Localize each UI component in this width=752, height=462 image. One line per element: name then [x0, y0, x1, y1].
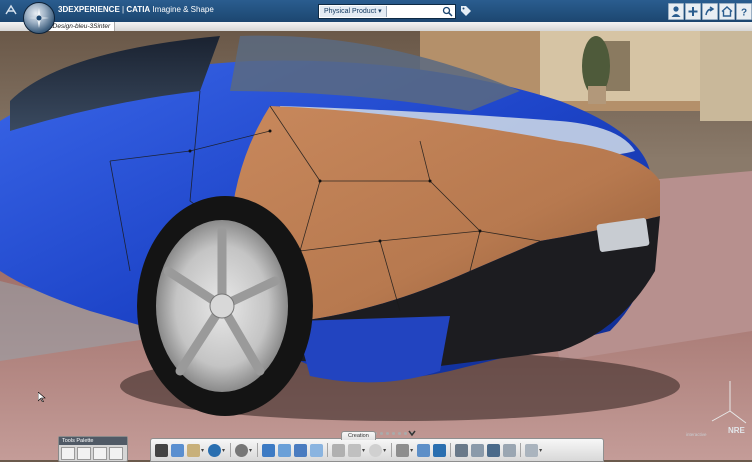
- paste-dropdown-icon[interactable]: ▾: [201, 447, 204, 454]
- tools-palette-title: Tools Palette: [59, 437, 127, 445]
- 3d-viewport[interactable]: interactive NRE: [0, 31, 752, 460]
- user-icon: [671, 6, 681, 17]
- ds-logo-icon[interactable]: [4, 4, 18, 18]
- options-icon[interactable]: [503, 443, 517, 457]
- share-icon: [705, 6, 715, 16]
- box-primitive-icon[interactable]: [332, 443, 346, 457]
- toolbar-separator: [450, 443, 452, 457]
- scene-sign-text: NRE: [728, 426, 745, 435]
- subdivision-icon[interactable]: [396, 443, 410, 457]
- action-bar: Creation ▾ ▾ ▾ ▾ ▾ ▾ ▾: [150, 431, 604, 462]
- top-bar: 3DEXPERIENCE | CATIA Imagine & Shape Phy…: [0, 0, 752, 22]
- mouse-cursor-icon: [38, 392, 46, 402]
- undo-dropdown-icon[interactable]: ▾: [222, 447, 225, 454]
- svg-text:?: ?: [741, 8, 747, 19]
- palette-tool-2-button[interactable]: [77, 447, 91, 460]
- page-dot-7[interactable]: [404, 432, 407, 435]
- analysis-icon[interactable]: [455, 443, 469, 457]
- tools-palette[interactable]: Tools Palette: [58, 436, 128, 462]
- page-dot-3[interactable]: [380, 432, 383, 435]
- user-button[interactable]: [668, 3, 684, 20]
- plus-icon: [688, 7, 698, 16]
- modify-icon[interactable]: [417, 443, 431, 457]
- subdivision-dropdown-icon[interactable]: ▾: [410, 447, 413, 454]
- measure-icon[interactable]: [471, 443, 485, 457]
- search-scope-label: Physical Product: [324, 8, 377, 15]
- action-bar-section-tab[interactable]: Creation: [341, 431, 376, 440]
- compass-widget[interactable]: [23, 2, 55, 34]
- home-icon: [721, 6, 733, 17]
- home-button[interactable]: [719, 3, 735, 20]
- toolbar-separator: [257, 443, 259, 457]
- search-input[interactable]: [377, 6, 437, 17]
- render-icon[interactable]: [487, 443, 501, 457]
- share-button[interactable]: [702, 3, 718, 20]
- search-bar: Physical Product ▾: [318, 4, 456, 19]
- sphere-dropdown-icon[interactable]: ▾: [383, 447, 386, 454]
- app-name: Imagine & Shape: [152, 5, 214, 14]
- page-dot-6[interactable]: [398, 432, 401, 435]
- project-tool-icon[interactable]: [310, 443, 324, 457]
- toolbar-separator: [327, 443, 329, 457]
- product-label: CATIA: [126, 5, 151, 14]
- car-model-render: [0, 31, 752, 460]
- help-icon: ?: [741, 8, 747, 19]
- help-button[interactable]: ?: [736, 3, 752, 20]
- search-icon[interactable]: [442, 6, 453, 17]
- more-tools-icon[interactable]: [525, 443, 539, 457]
- plane-primitive-icon[interactable]: [348, 443, 362, 457]
- tag-icon[interactable]: [460, 5, 472, 17]
- page-dot-5[interactable]: [392, 432, 395, 435]
- pen-tool-icon[interactable]: [262, 443, 276, 457]
- palette-tool-4-button[interactable]: [109, 447, 123, 460]
- more-tools-dropdown-icon[interactable]: ▾: [539, 447, 542, 454]
- brand-label: 3DEXPERIENCE: [58, 5, 120, 14]
- toolbar-separator: [520, 443, 522, 457]
- sphere-primitive-icon[interactable]: [369, 443, 383, 457]
- sketch-tool-icon[interactable]: [294, 443, 308, 457]
- app-title: 3DEXPERIENCE | CATIA Imagine & Shape: [58, 5, 214, 14]
- palette-tool-1-button[interactable]: [61, 447, 75, 460]
- settings-dropdown-icon[interactable]: ▾: [249, 447, 252, 454]
- scene-sign-small-text: interactive: [686, 432, 707, 437]
- primitive-dropdown-icon[interactable]: ▾: [362, 447, 365, 454]
- add-button[interactable]: [685, 3, 701, 20]
- compass-icon: [29, 8, 49, 28]
- settings-icon[interactable]: [235, 443, 249, 457]
- undo-icon[interactable]: [208, 443, 222, 457]
- title-separator: |: [122, 5, 125, 14]
- copy-icon[interactable]: [171, 443, 184, 457]
- palette-tool-3-button[interactable]: [93, 447, 107, 460]
- collapse-action-bar-icon[interactable]: [408, 429, 416, 437]
- edit-icon[interactable]: [433, 443, 447, 457]
- curve-tool-icon[interactable]: [278, 443, 292, 457]
- cut-icon[interactable]: [155, 443, 168, 457]
- paste-icon[interactable]: [187, 443, 200, 457]
- toolbar-separator: [230, 443, 232, 457]
- toolbar-separator: [391, 443, 393, 457]
- page-dot-4[interactable]: [386, 432, 389, 435]
